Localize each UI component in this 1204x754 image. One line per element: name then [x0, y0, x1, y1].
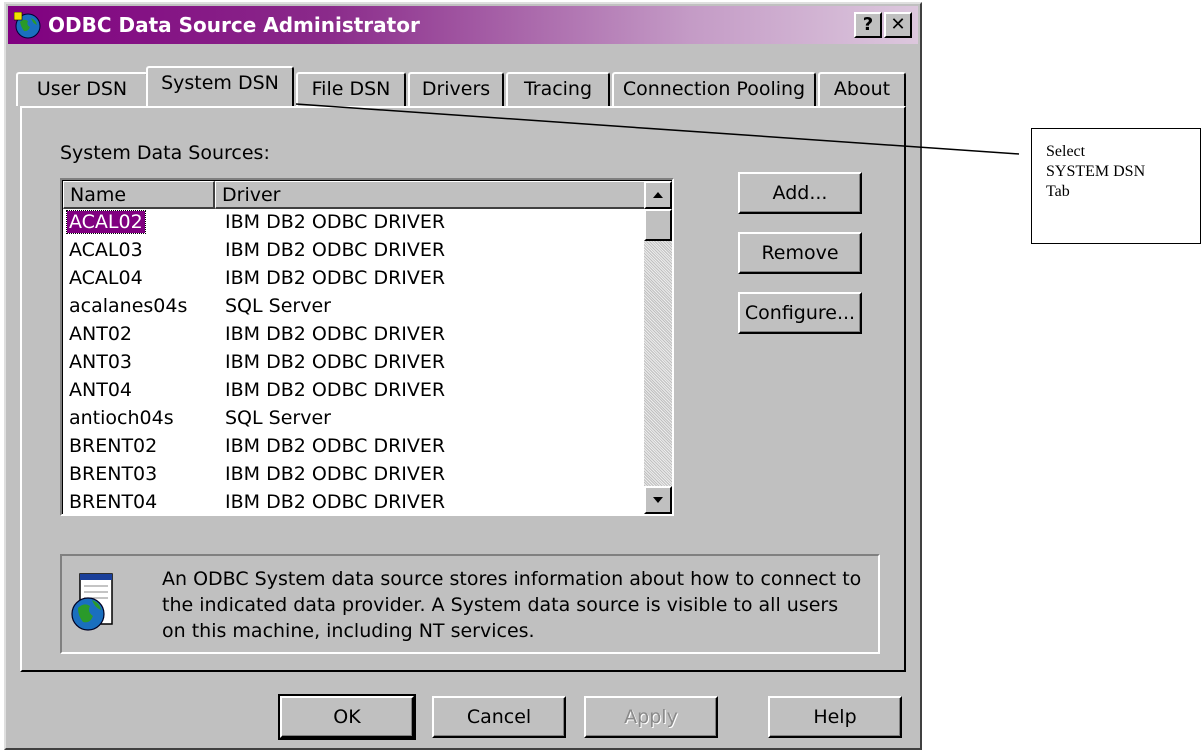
list-item[interactable]: ACAL04 IBM DB2 ODBC DRIVER — [63, 265, 653, 293]
column-header-driver[interactable]: Driver — [215, 181, 647, 209]
list-item[interactable]: BRENT03 IBM DB2 ODBC DRIVER — [63, 461, 653, 489]
info-box: An ODBC System data source stores inform… — [60, 554, 880, 654]
ok-button[interactable]: OK — [278, 694, 416, 740]
odbc-dialog-window: ODBC Data Source Administrator ? ✕ User … — [4, 2, 922, 750]
help-title-button[interactable]: ? — [854, 12, 882, 38]
remove-button[interactable]: Remove — [738, 232, 862, 274]
list-item[interactable]: ANT03 IBM DB2 ODBC DRIVER — [63, 349, 653, 377]
tab-tracing[interactable]: Tracing — [506, 72, 610, 106]
list-item[interactable]: BRENT04 IBM DB2 ODBC DRIVER — [63, 489, 653, 514]
callout-line-1: Select — [1046, 143, 1086, 160]
odbc-globe-icon — [14, 12, 41, 39]
scroll-up-button[interactable] — [644, 181, 672, 209]
cancel-button[interactable]: Cancel — [432, 696, 566, 738]
list-item[interactable]: ACAL02 IBM DB2 ODBC DRIVER — [63, 209, 653, 237]
add-button[interactable]: Add... — [738, 172, 862, 214]
arrow-up-icon — [653, 192, 663, 198]
column-header-name[interactable]: Name — [63, 181, 215, 209]
apply-button[interactable]: Apply — [584, 696, 718, 738]
window-title: ODBC Data Source Administrator — [48, 13, 420, 37]
tab-file-dsn[interactable]: File DSN — [296, 72, 406, 106]
callout-line-3: Tab — [1046, 183, 1070, 200]
data-sources-list[interactable]: Name Driver ACAL02 IBM DB2 ODBC DRIVER AC… — [60, 178, 674, 516]
list-item[interactable]: ANT04 IBM DB2 ODBC DRIVER — [63, 377, 653, 405]
callout-line-2: SYSTEM DSN — [1046, 163, 1146, 180]
vertical-scrollbar[interactable] — [644, 181, 672, 514]
tab-about[interactable]: About — [818, 72, 906, 106]
list-item[interactable]: antioch04s SQL Server — [63, 405, 653, 433]
callout-annotation: Select SYSTEM DSN Tab — [1031, 128, 1201, 244]
arrow-down-icon — [653, 497, 663, 503]
tab-system-dsn[interactable]: System DSN — [146, 66, 294, 106]
list-item[interactable]: ACAL03 IBM DB2 ODBC DRIVER — [63, 237, 653, 265]
close-title-button[interactable]: ✕ — [884, 12, 912, 38]
tab-drivers[interactable]: Drivers — [408, 72, 504, 106]
scroll-thumb[interactable] — [644, 209, 672, 241]
tab-connection-pooling[interactable]: Connection Pooling — [612, 72, 816, 106]
tab-user-dsn[interactable]: User DSN — [16, 72, 148, 106]
list-item[interactable]: ANT02 IBM DB2 ODBC DRIVER — [63, 321, 653, 349]
help-button[interactable]: Help — [768, 696, 902, 738]
configure-button[interactable]: Configure... — [738, 292, 862, 334]
scroll-down-button[interactable] — [644, 486, 672, 514]
system-data-sources-label: System Data Sources: — [60, 142, 270, 164]
info-description: An ODBC System data source stores inform… — [162, 568, 862, 642]
list-item[interactable]: BRENT02 IBM DB2 ODBC DRIVER — [63, 433, 653, 461]
list-item[interactable]: acalanes04s SQL Server — [63, 293, 653, 321]
datasource-globe-icon — [71, 573, 113, 631]
title-bar[interactable]: ODBC Data Source Administrator ? ✕ — [8, 6, 918, 44]
system-dsn-panel: System Data Sources: Name Driver ACAL02 I… — [20, 106, 906, 672]
